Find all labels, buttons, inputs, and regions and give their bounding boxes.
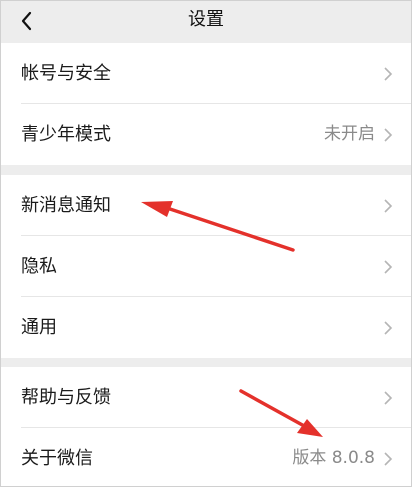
chevron-right-icon	[384, 128, 393, 142]
menu-item-label: 帮助与反馈	[21, 387, 111, 408]
menu-item-label: 通用	[21, 317, 57, 338]
menu-item-teen-mode[interactable]: 青少年模式 未开启	[1, 104, 411, 165]
teen-mode-status: 未开启	[324, 124, 375, 144]
menu-item-label: 帐号与安全	[21, 63, 111, 84]
chevron-right-icon	[384, 391, 393, 405]
page-title: 设置	[188, 9, 224, 30]
menu-item-label: 隐私	[21, 256, 57, 277]
preferences-group: 新消息通知 隐私 通用	[1, 175, 411, 358]
settings-screen: 设置 帐号与安全 青少年模式 未开启 新消息通知 隐私 通用 帮助与反馈 关于微…	[0, 0, 412, 487]
chevron-right-icon	[384, 452, 393, 466]
menu-item-account-security[interactable]: 帐号与安全	[1, 43, 411, 104]
support-group: 帮助与反馈 关于微信 版本 8.0.8	[1, 367, 411, 486]
menu-item-help-feedback[interactable]: 帮助与反馈	[1, 367, 411, 428]
menu-item-general[interactable]: 通用	[1, 297, 411, 358]
menu-item-label: 关于微信	[21, 448, 93, 469]
chevron-right-icon	[384, 67, 393, 81]
chevron-right-icon	[384, 321, 393, 335]
menu-item-label: 新消息通知	[21, 195, 111, 216]
menu-item-privacy[interactable]: 隐私	[1, 236, 411, 297]
chevron-right-icon	[384, 260, 393, 274]
chevron-right-icon	[384, 199, 393, 213]
version-label: 版本 8.0.8	[292, 448, 375, 468]
navigation-bar: 设置	[1, 1, 411, 42]
menu-item-label: 青少年模式	[21, 124, 111, 145]
menu-item-notifications[interactable]: 新消息通知	[1, 175, 411, 236]
menu-item-about-wechat[interactable]: 关于微信 版本 8.0.8	[1, 428, 411, 486]
account-group: 帐号与安全 青少年模式 未开启	[1, 43, 411, 165]
